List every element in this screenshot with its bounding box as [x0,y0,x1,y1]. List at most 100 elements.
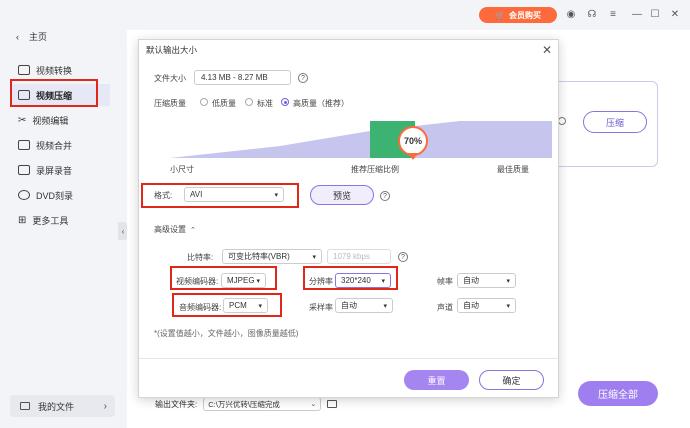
small-size-label: 小尺寸 [170,165,194,174]
help-icon[interactable]: ? [380,191,390,201]
audio-encoder-select[interactable]: PCM ▾ [223,298,268,313]
vip-purchase-label: 会员购买 [508,10,541,20]
audio-encoder-value: PCM [229,301,247,310]
channel-select[interactable]: 自动 ▾ [457,298,516,313]
bitrate-kbps-field[interactable]: 1079 kbps [327,249,391,264]
scissors-icon: ✂ [18,114,27,126]
advanced-settings-label: 高级设置 [154,225,186,234]
chevron-down-icon: ▾ [312,253,316,261]
quality-percent-label: 70% [403,136,422,146]
resolution-select[interactable]: 320*240 ▾ [335,273,391,288]
headset-icon[interactable]: ☊ [585,7,599,21]
settings-footnote: *(设置值越小，文件越小，图像质量越低) [154,329,299,338]
preview-button[interactable]: 预览 [310,185,374,205]
close-icon[interactable]: ✕ [668,7,682,21]
sidebar-item-label: 录屏录音 [36,165,73,176]
merge-icon [18,140,30,150]
sidebar-item-label: 视频转换 [36,65,73,76]
sidebar-item-video-merge[interactable]: 视频合并 [10,134,110,156]
quality-slope [170,121,552,158]
output-folder-row: 输出文件夹: C:\万兴优转\压缩完成 ⌄ [155,397,338,411]
chevron-down-icon: ▾ [256,277,260,285]
format-label: 格式: [154,191,173,200]
samplerate-label: 采样率 [309,303,333,312]
chevron-down-icon: ▾ [274,191,278,199]
output-folder-select[interactable]: C:\万兴优转\压缩完成 ⌄ [203,397,322,411]
file-size-value: 4.13 MB - 8.27 MB [201,73,268,82]
framerate-label: 帧率 [437,277,453,286]
output-folder-path: C:\万兴优转\压缩完成 [208,399,280,409]
format-select[interactable]: AVI ▾ [184,187,284,202]
sidebar-item-dvd-burn[interactable]: DVD刻录 [10,184,110,206]
chevron-left-icon: ‹ [16,31,19,42]
bitrate-kbps-value: 1079 kbps [333,252,370,261]
sidebar-item-label: 更多工具 [32,215,69,226]
channel-value: 自动 [463,301,479,310]
ok-button[interactable]: 确定 [479,370,544,390]
help-icon[interactable]: ? [298,73,308,83]
resolution-value: 320*240 [341,276,371,285]
compress-button[interactable]: 压缩 [583,111,647,133]
video-encoder-label: 视频编码器: [176,277,219,286]
channel-label: 声道 [437,303,453,312]
quality-percent-bubble[interactable]: 70% [398,126,428,156]
output-folder-label: 输出文件夹: [155,399,198,409]
sidebar-item-video-edit[interactable]: ✂ 视频编辑 [10,109,110,131]
compress-all-button[interactable]: 压缩全部 [578,381,658,406]
dialog-divider [139,358,558,359]
chevron-down-icon: ⌄ [310,401,317,408]
framerate-value: 自动 [463,276,479,285]
sidebar-item-label: 视频编辑 [32,115,69,126]
chevron-up-icon: ⌃ [190,227,196,234]
bubble-pointer [408,153,418,160]
chevron-down-icon: ▾ [383,302,387,310]
advanced-settings-toggle[interactable]: 高级设置 ⌃ [154,224,196,235]
cart-icon: 🛒 [495,10,505,20]
vip-purchase-button[interactable]: 🛒 会员购买 [479,7,557,23]
avatar-icon[interactable]: ◉ [564,7,578,21]
recommended-ratio-label: 推荐压缩比例 [351,165,399,174]
help-icon[interactable]: ? [398,252,408,262]
my-files-button[interactable]: 我的文件 › [10,395,115,417]
quality-standard-label: 标准 [257,99,273,108]
bitrate-select[interactable]: 可变比特率(VBR) ▾ [222,249,322,264]
video-encoder-value: MJPEG [227,276,255,285]
sidebar-item-more-tools[interactable]: ⊞ 更多工具 [10,209,110,231]
video-encoder-select[interactable]: MJPEG ▾ [221,273,266,288]
minimize-icon[interactable]: — [630,7,644,21]
quality-low-radio[interactable] [200,98,208,106]
home-label: 主页 [29,32,48,42]
framerate-select[interactable]: 自动 ▾ [457,273,516,288]
quality-slider-graphic[interactable] [170,118,552,160]
file-size-label: 文件大小 [154,74,186,83]
sidebar-back-home[interactable]: ‹ 主页 [16,30,47,43]
gear-icon[interactable] [558,117,566,125]
quality-low-label: 低质量 [212,99,236,108]
sidebar-item-label: 视频合并 [36,140,73,151]
menu-icon[interactable]: ≡ [606,7,620,21]
sidebar-item-label: DVD刻录 [36,190,74,201]
close-icon[interactable]: ✕ [542,43,552,57]
best-quality-label: 最佳质量 [497,165,529,174]
open-folder-icon[interactable] [327,400,338,408]
file-size-field: 4.13 MB - 8.27 MB [194,70,291,85]
quality-high-radio[interactable] [281,98,289,106]
resolution-label: 分辨率 [309,277,333,286]
record-icon [18,165,30,175]
sidebar-item-video-convert[interactable]: 视频转换 [10,59,110,81]
maximize-icon[interactable]: ☐ [648,7,662,21]
chevron-down-icon: ▾ [506,302,510,310]
quality-standard-radio[interactable] [245,98,253,106]
chevron-down-icon: ▾ [258,302,262,310]
chevron-right-icon: › [103,400,107,412]
audio-encoder-label: 音频编码器: [179,303,222,312]
grid-icon: ⊞ [18,214,27,226]
quality-label: 压缩质量 [154,99,186,108]
format-value: AVI [190,190,203,199]
samplerate-select[interactable]: 自动 ▾ [335,298,393,313]
output-size-dialog: 默认输出大小 ✕ 文件大小 4.13 MB - 8.27 MB ? 压缩质量 低… [138,39,559,398]
reset-button[interactable]: 重置 [404,370,469,390]
quality-high-label: 高质量（推荐） [293,99,349,108]
sidebar-item-screen-record[interactable]: 录屏录音 [10,159,110,181]
my-files-label: 我的文件 [38,401,75,412]
